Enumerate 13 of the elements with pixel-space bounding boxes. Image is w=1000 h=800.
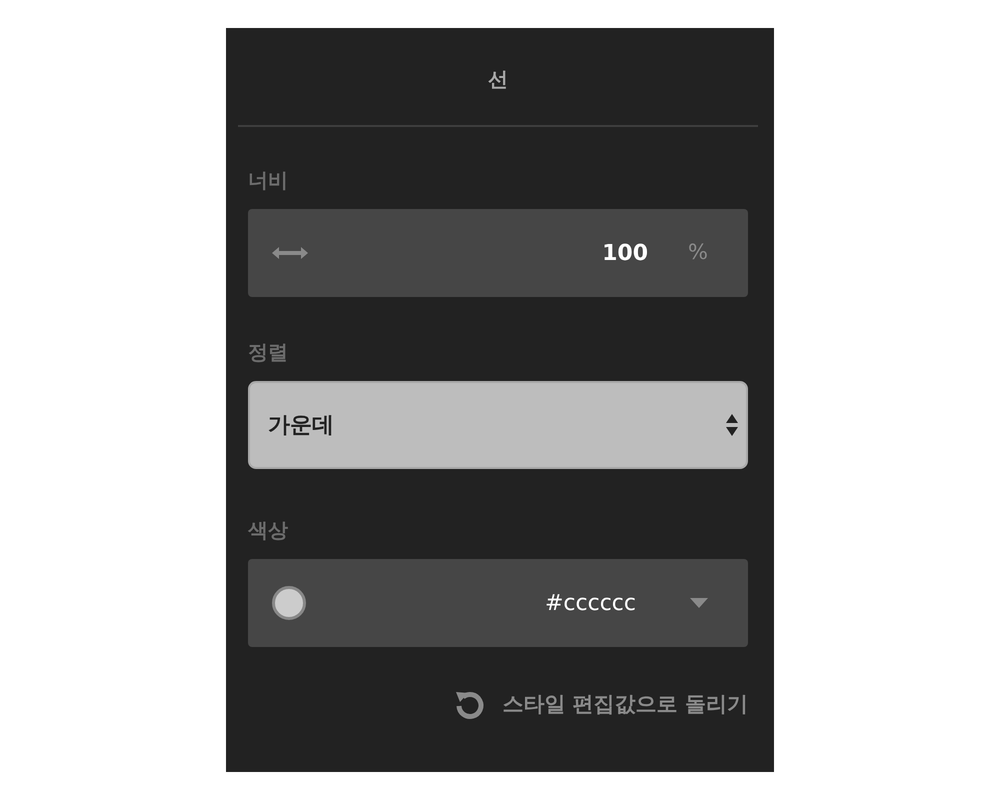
reset-link[interactable]: 스타일 편집값으로 돌리기 — [502, 689, 748, 721]
panel-title: 선 — [487, 66, 509, 93]
width-field[interactable]: 100 % — [248, 209, 748, 297]
reset-icon[interactable] — [454, 689, 486, 721]
field-label: 정렬 — [248, 339, 289, 366]
unit-label: % — [688, 239, 708, 266]
color-picker[interactable]: #cccccc — [248, 559, 748, 647]
field-label: 너비 — [248, 167, 289, 194]
alignment-select[interactable]: 가운데 — [248, 381, 748, 469]
horizontal-arrow-icon — [272, 246, 308, 260]
dropdown-caret-icon — [690, 598, 708, 608]
field-label: 색상 — [248, 517, 289, 544]
sort-arrows-icon — [726, 413, 738, 437]
